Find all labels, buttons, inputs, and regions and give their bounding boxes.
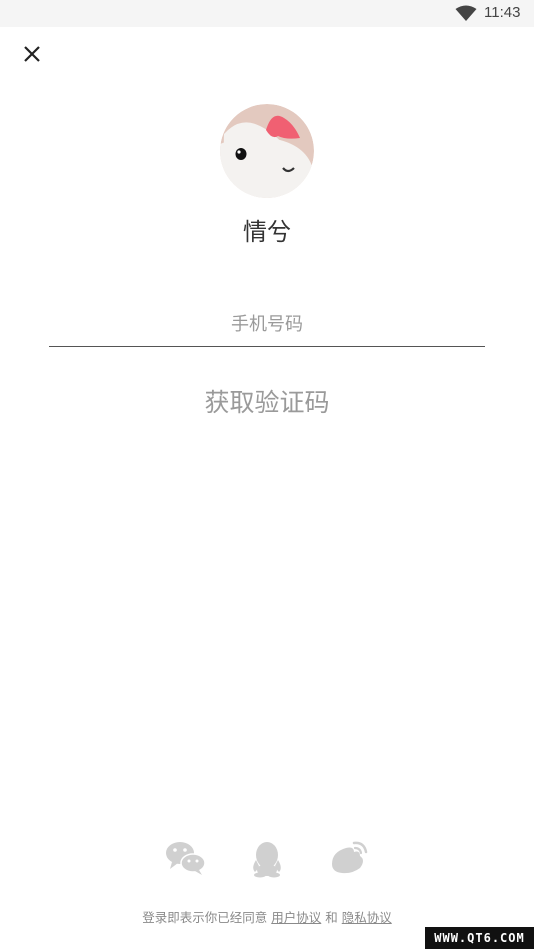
weibo-icon[interactable] (326, 838, 370, 878)
close-icon[interactable] (22, 44, 42, 64)
app-name: 情兮 (243, 218, 291, 246)
status-bar: 11:43 (0, 0, 534, 27)
watermark: WWW.QT6.COM (425, 927, 534, 949)
user-agreement-link[interactable]: 用户协议 (271, 910, 321, 925)
wechat-icon[interactable] (164, 838, 208, 878)
agreement-text: 登录即表示你已经同意 用户协议 和 隐私协议 (0, 907, 534, 926)
phone-number-input[interactable] (49, 302, 485, 347)
agreement-conjunction: 和 (325, 910, 338, 925)
status-time: 11:43 (484, 4, 521, 21)
get-verification-code-button[interactable]: 获取验证码 (150, 380, 384, 426)
qq-icon[interactable] (245, 838, 289, 878)
agreement-prefix: 登录即表示你已经同意 (142, 910, 268, 925)
privacy-agreement-link[interactable]: 隐私协议 (342, 910, 392, 925)
wifi-icon (455, 5, 477, 22)
app-logo (220, 104, 314, 198)
